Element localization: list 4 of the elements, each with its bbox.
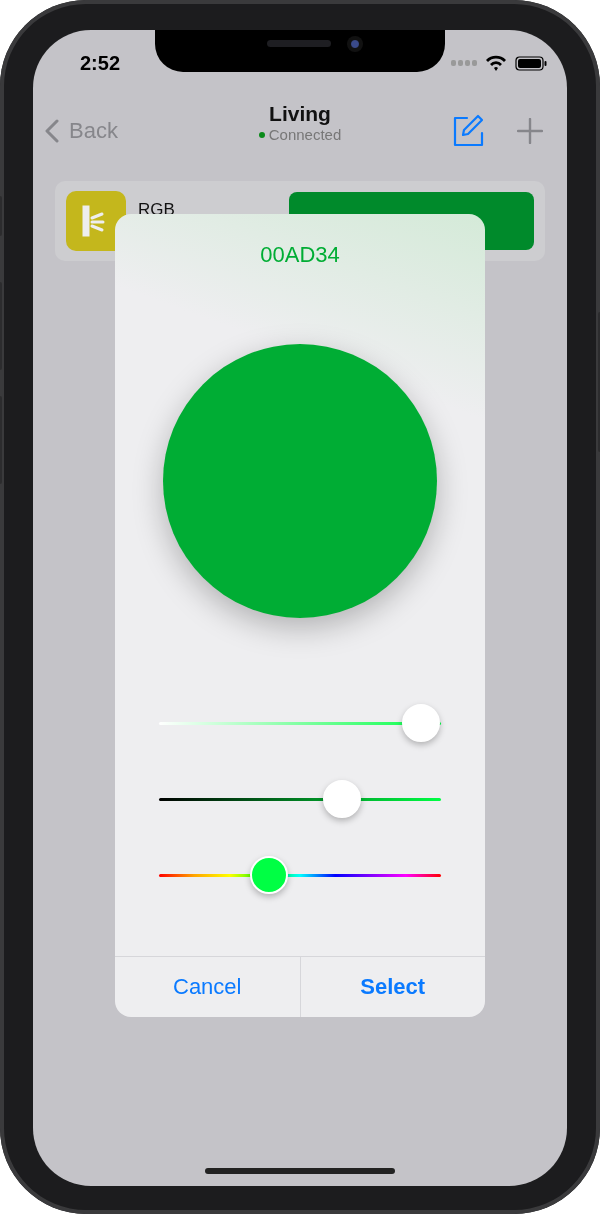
nav-title: Living: [269, 102, 331, 126]
connection-status: Connected: [268, 126, 342, 143]
status-time: 2:52: [80, 51, 121, 75]
hex-value: 00AD34: [260, 242, 340, 268]
